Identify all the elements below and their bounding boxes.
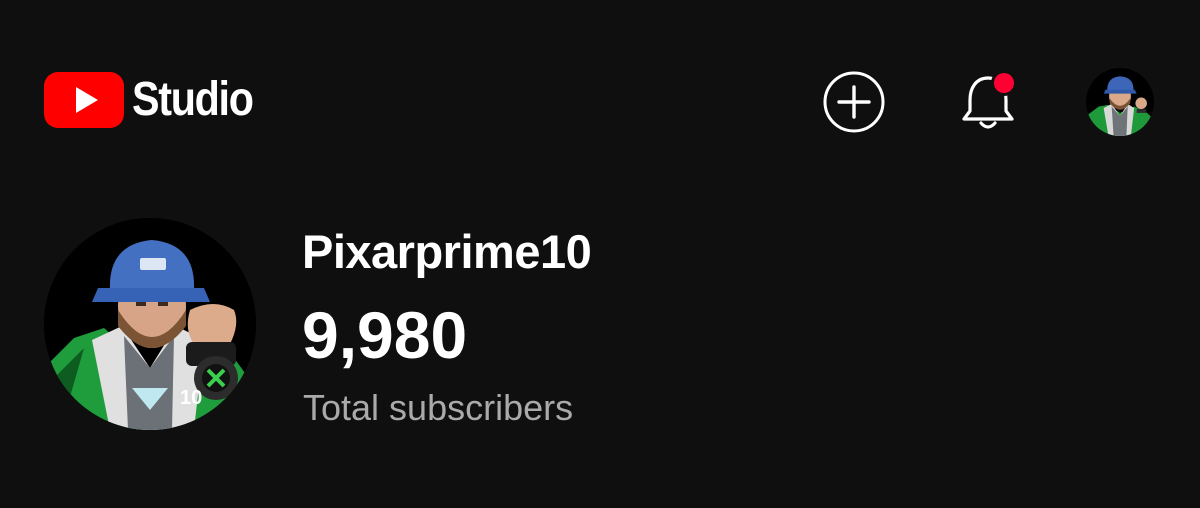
notification-dot — [994, 73, 1014, 93]
subscriber-label: Total subscribers — [303, 387, 574, 428]
bell-icon — [962, 70, 1017, 129]
channel-avatar[interactable]: 10 — [44, 218, 256, 430]
avatar-image — [1086, 68, 1154, 136]
studio-wordmark: Studio — [132, 73, 254, 126]
channel-name: Pixarprime10 — [302, 225, 592, 278]
plus-circle-icon — [823, 71, 885, 133]
create-button[interactable] — [822, 70, 886, 134]
notifications-button[interactable] — [958, 68, 1022, 134]
channel-avatar-image: 10 — [44, 218, 256, 430]
account-avatar[interactable] — [1086, 68, 1154, 136]
studio-home-screen: Studio 10 Pixarprime10 9,980 Total subsc… — [0, 0, 1200, 508]
youtube-studio-logo[interactable]: Studio — [44, 72, 272, 128]
youtube-play-icon — [44, 72, 124, 128]
svg-text:10: 10 — [180, 387, 202, 409]
subscriber-count: 9,980 — [302, 298, 468, 372]
